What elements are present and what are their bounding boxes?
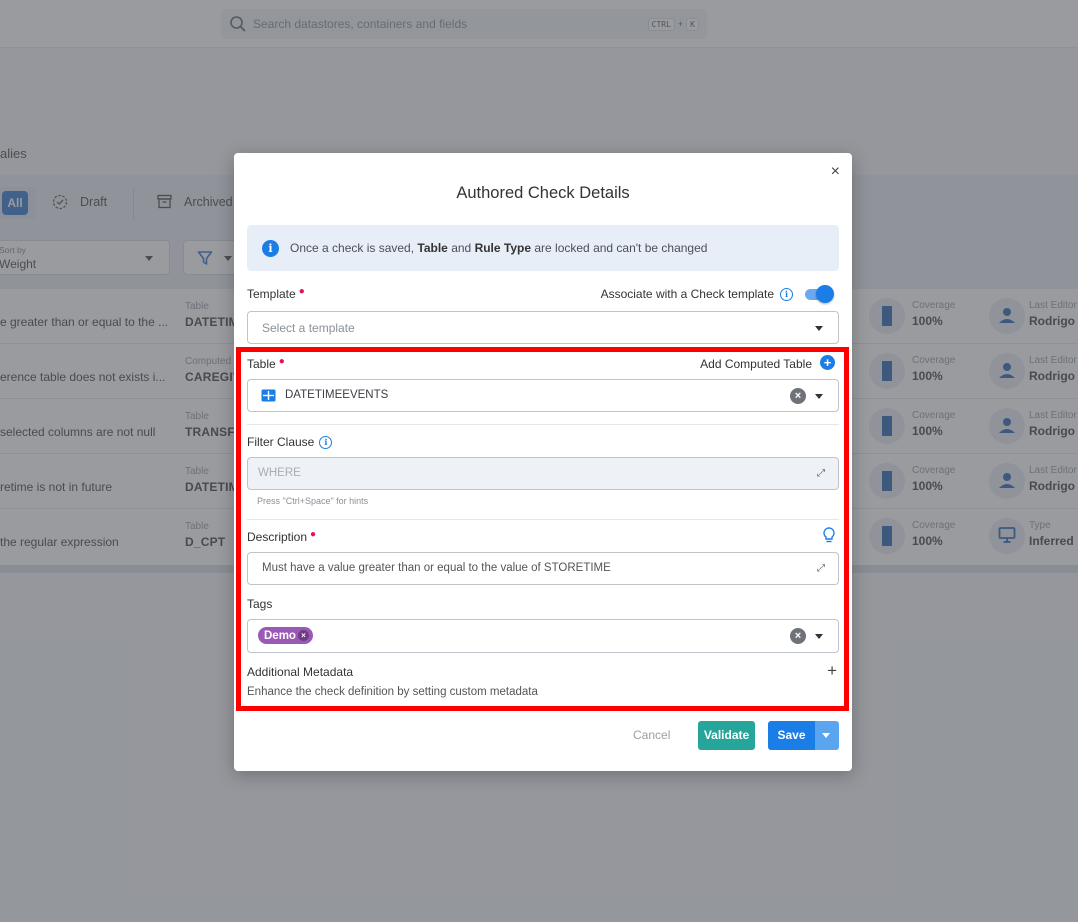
tag-label: Demo xyxy=(264,629,296,642)
expand-icon[interactable]: ⤢ xyxy=(817,468,825,479)
tags-label: Tags xyxy=(247,597,273,611)
chevron-down-icon xyxy=(815,394,823,399)
metadata-helper-text: Enhance the check definition by setting … xyxy=(247,686,538,698)
expand-icon[interactable]: ⤢ xyxy=(817,563,825,574)
chevron-down-icon xyxy=(815,634,823,639)
chevron-down-icon xyxy=(822,733,830,738)
info-icon[interactable]: i xyxy=(319,435,333,449)
associate-template-control: Associate with a Check template i xyxy=(600,285,834,303)
authored-check-dialog: × Authored Check Details i Once a check … xyxy=(234,153,852,771)
table-label: Table ● xyxy=(247,356,285,371)
filter-placeholder: WHERE xyxy=(258,467,301,479)
dialog-title: Authored Check Details xyxy=(456,184,630,202)
template-select[interactable]: Select a template xyxy=(247,311,839,344)
filter-clause-label: Filter Clause i xyxy=(247,435,333,449)
template-label: Template ● xyxy=(247,286,305,301)
chevron-down-icon xyxy=(815,326,823,331)
save-button[interactable]: Save xyxy=(768,721,815,750)
remove-tag-icon[interactable]: × xyxy=(297,630,309,641)
required-indicator: ● xyxy=(310,529,317,540)
add-metadata-button[interactable]: + xyxy=(827,661,837,681)
add-computed-table-icon[interactable]: + xyxy=(820,355,835,370)
info-icon: i xyxy=(262,239,279,257)
tag-chip: Demo × xyxy=(258,627,313,644)
filter-hint: Press "Ctrl+Space" for hints xyxy=(257,496,369,506)
tags-select[interactable]: Demo × × xyxy=(247,619,839,653)
associate-template-toggle[interactable] xyxy=(803,285,834,303)
description-label: Description ● xyxy=(247,529,317,544)
divider xyxy=(247,424,839,425)
close-icon[interactable]: × xyxy=(831,164,840,180)
lightbulb-icon[interactable] xyxy=(823,527,835,543)
table-select[interactable]: DATETIMEEVENTS × xyxy=(247,379,839,412)
divider xyxy=(247,519,839,520)
required-indicator: ● xyxy=(298,286,305,297)
description-value: Must have a value greater than or equal … xyxy=(262,562,611,574)
filter-clause-input[interactable]: WHERE ⤢ xyxy=(247,457,839,490)
validate-button[interactable]: Validate xyxy=(698,721,755,750)
additional-metadata-label: Additional Metadata xyxy=(247,665,354,679)
description-input[interactable]: Must have a value greater than or equal … xyxy=(247,552,839,585)
info-banner: i Once a check is saved, Table and Rule … xyxy=(247,225,839,271)
info-text: Once a check is saved, Table and Rule Ty… xyxy=(290,241,708,255)
table-value: DATETIMEEVENTS xyxy=(285,389,389,401)
save-options-button[interactable] xyxy=(815,721,839,750)
clear-icon[interactable]: × xyxy=(790,628,806,644)
template-placeholder: Select a template xyxy=(262,321,355,335)
required-indicator: ● xyxy=(278,356,285,367)
info-icon[interactable]: i xyxy=(780,287,793,301)
add-computed-table-link[interactable]: Add Computed Table xyxy=(700,357,812,371)
table-icon xyxy=(261,389,276,402)
clear-icon[interactable]: × xyxy=(790,388,806,404)
cancel-button[interactable]: Cancel xyxy=(633,728,670,742)
associate-template-label: Associate with a Check template xyxy=(600,287,774,301)
